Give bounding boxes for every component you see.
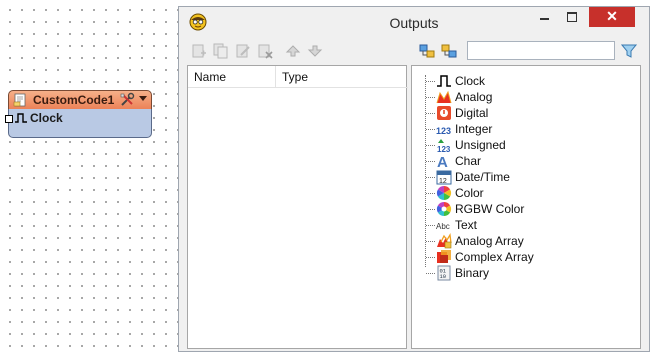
rgbw-color-icon (436, 201, 452, 217)
svg-text:Abc: Abc (436, 222, 450, 231)
tools-icon[interactable] (119, 92, 135, 108)
svg-text:10: 10 (440, 273, 447, 280)
chevron-down-icon[interactable] (139, 96, 147, 101)
output-label: Clock (30, 111, 63, 125)
edit-output-icon[interactable] (235, 43, 251, 59)
duplicate-output-icon[interactable] (213, 43, 229, 59)
digital-icon (437, 106, 451, 120)
analog-icon (436, 90, 452, 104)
type-item-text[interactable]: Abc Text (412, 217, 632, 233)
type-item-complex-array[interactable]: Complex Array (412, 249, 632, 265)
move-down-icon[interactable] (307, 43, 323, 59)
integer-icon: 123 (436, 126, 451, 136)
type-item-date-time[interactable]: 12 Date/Time (412, 169, 632, 185)
minimize-button[interactable] (531, 7, 557, 27)
svg-text:123: 123 (436, 126, 451, 136)
analog-array-icon (437, 233, 452, 249)
add-output-icon[interactable] (191, 43, 207, 59)
search-input[interactable] (467, 41, 615, 60)
move-up-icon[interactable] (285, 43, 301, 59)
collapse-all-icon[interactable] (441, 43, 457, 59)
filter-icon[interactable] (621, 43, 637, 59)
type-item-analog[interactable]: Analog (412, 89, 632, 105)
output-type-tree[interactable]: Clock Analog Digital 123 Integer 123 Uns… (411, 65, 641, 349)
type-item-clock[interactable]: Clock (412, 73, 632, 89)
clock-signal-icon (437, 75, 451, 87)
close-button[interactable]: ✕ (589, 7, 635, 27)
title-bar[interactable]: Outputs ✕ (179, 7, 649, 37)
component-body: Clock (5, 109, 152, 138)
type-item-char[interactable]: A Char (412, 153, 632, 169)
column-header-type[interactable]: Type (276, 66, 408, 88)
column-header-name[interactable]: Name (188, 66, 276, 88)
component-header[interactable]: CustomCode1 (8, 90, 152, 110)
type-item-digital[interactable]: Digital (412, 105, 632, 121)
calendar-icon: 12 (436, 170, 452, 185)
type-item-color[interactable]: Color (412, 185, 632, 201)
custom-code-component[interactable]: CustomCode1 Clock (5, 90, 154, 138)
type-item-analog-array[interactable]: Analog Array (412, 233, 632, 249)
outputs-table[interactable]: Name Type (187, 65, 408, 349)
output-port[interactable] (5, 115, 13, 123)
maximize-button[interactable] (559, 7, 585, 27)
unsigned-icon: 123 (437, 139, 451, 153)
svg-text:123: 123 (437, 145, 451, 153)
type-item-integer[interactable]: 123 Integer (412, 121, 632, 137)
svg-text:A: A (437, 154, 448, 169)
clock-signal-icon (15, 113, 27, 123)
outputs-window: Outputs ✕ Name Type Clock Analog Digital… (178, 6, 650, 352)
close-icon: ✕ (606, 8, 618, 24)
type-item-binary[interactable]: 01 10 Binary (412, 265, 632, 281)
binary-icon: 0110 (437, 265, 451, 281)
svg-text:12: 12 (439, 178, 447, 185)
code-file-icon (13, 93, 26, 107)
char-icon: A (437, 154, 448, 169)
type-item-unsigned[interactable]: 123 Unsigned (412, 137, 632, 153)
text-icon: Abc (436, 222, 450, 231)
delete-output-icon[interactable] (257, 43, 273, 59)
component-title: CustomCode1 (33, 93, 115, 107)
type-item-rgbw-color[interactable]: RGBW Color (412, 201, 632, 217)
color-wheel-icon (436, 185, 452, 201)
expand-all-icon[interactable] (419, 43, 435, 59)
complex-array-icon (437, 250, 451, 263)
